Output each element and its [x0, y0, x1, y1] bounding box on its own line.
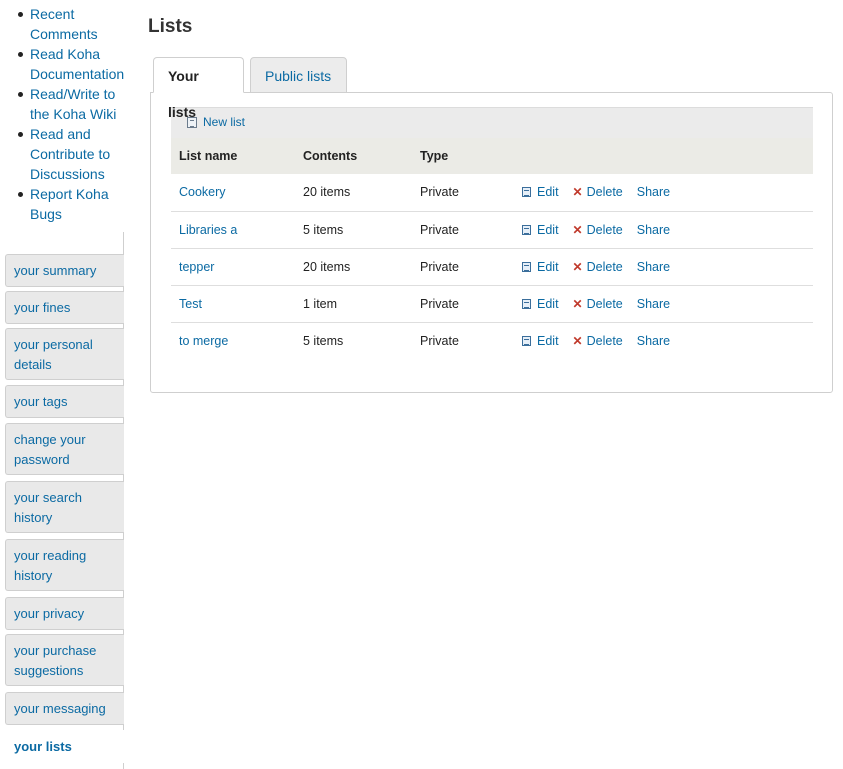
header-type[interactable]: Type [412, 138, 514, 174]
share-button[interactable]: Share [637, 334, 670, 348]
edit-label: Edit [537, 259, 559, 274]
edit-button[interactable]: Edit [522, 334, 559, 348]
help-link-read-docs[interactable]: Read Koha Documentation [18, 44, 130, 84]
new-list-label: New list [203, 115, 246, 129]
table-row: tepper 20 items Private Edit ✕ Delete Sha… [171, 248, 813, 286]
edit-button[interactable]: Edit [522, 260, 559, 274]
delete-icon: ✕ [572, 259, 583, 274]
table-row: to merge 5 items Private Edit ✕ Delete Sh… [171, 322, 813, 359]
list-name-link[interactable]: to merge [179, 334, 228, 348]
help-link-discussions[interactable]: Read and Contribute to Discussions [18, 124, 130, 184]
nav-your-purchase-suggestions[interactable]: your purchase suggestions [5, 634, 124, 686]
delete-icon: ✕ [572, 296, 583, 311]
edit-label: Edit [537, 296, 559, 311]
nav-your-fines[interactable]: your fines [5, 291, 124, 324]
lists-table: List name Contents Type Cookery 20 items… [171, 138, 813, 359]
share-button[interactable]: Share [637, 223, 670, 237]
help-link-koha-wiki[interactable]: Read/Write to the Koha Wiki [18, 84, 130, 124]
delete-label: Delete [586, 185, 623, 200]
lists-toolbar: New list [171, 107, 813, 138]
delete-button[interactable]: ✕ Delete [573, 334, 623, 348]
list-name-link[interactable]: Libraries a [179, 223, 237, 237]
share-button[interactable]: Share [637, 297, 670, 311]
user-menu: your summary your fines your personal de… [0, 232, 126, 769]
list-name-link[interactable]: Test [179, 297, 202, 311]
nav-your-personal-details[interactable]: your personal details [5, 328, 124, 380]
delete-button[interactable]: ✕ Delete [573, 297, 623, 311]
edit-button[interactable]: Edit [522, 223, 559, 237]
list-type: Private [412, 211, 514, 249]
header-actions [514, 138, 813, 174]
table-row: Cookery 20 items Private Edit ✕ Delete Sh… [171, 174, 813, 212]
help-links-list: Recent Comments Read Koha Documentation … [0, 4, 130, 224]
edit-label: Edit [537, 333, 559, 348]
edit-icon [522, 298, 531, 309]
lists-panel: New list List name Contents Type Cookery… [150, 92, 833, 393]
list-contents: 20 items [295, 248, 412, 286]
header-contents[interactable]: Contents [295, 138, 412, 174]
edit-button[interactable]: Edit [522, 297, 559, 311]
tab-your-lists[interactable]: Your lists [153, 57, 244, 120]
delete-label: Delete [586, 296, 623, 311]
page-title: Lists [148, 16, 193, 37]
edit-icon [522, 261, 531, 272]
list-contents: 20 items [295, 174, 412, 212]
nav-your-tags[interactable]: your tags [5, 385, 124, 418]
edit-icon [522, 335, 531, 346]
edit-icon [522, 224, 531, 235]
list-name-link[interactable]: tepper [179, 260, 214, 274]
nav-change-password[interactable]: change your password [5, 423, 124, 475]
nav-your-reading-history[interactable]: your reading history [5, 539, 124, 591]
edit-label: Edit [537, 185, 559, 200]
list-contents: 5 items [303, 333, 344, 348]
table-row: Test 1 item Private Edit ✕ Delete Share [171, 285, 813, 323]
delete-label: Delete [586, 333, 623, 348]
header-list-name[interactable]: List name [171, 138, 295, 174]
delete-icon: ✕ [572, 222, 583, 237]
table-header-row: List name Contents Type [171, 138, 813, 174]
delete-button[interactable]: ✕ Delete [573, 223, 623, 237]
tab-public-lists[interactable]: Public lists [250, 57, 347, 93]
nav-your-privacy[interactable]: your privacy [5, 597, 124, 630]
list-name-link[interactable]: Cookery [179, 185, 226, 199]
edit-icon [522, 187, 531, 198]
list-type: Private [412, 248, 514, 286]
help-link-report-bugs[interactable]: Report Koha Bugs [18, 184, 130, 224]
share-button[interactable]: Share [637, 185, 670, 199]
list-contents: 5 items [295, 211, 412, 249]
table-row: Libraries a 5 items Private Edit ✕ Delete… [171, 211, 813, 249]
nav-your-lists[interactable]: your lists [5, 730, 126, 763]
list-type: Private [412, 285, 514, 323]
delete-icon: ✕ [572, 333, 583, 348]
delete-label: Delete [586, 259, 623, 274]
list-type: Private [412, 174, 514, 212]
share-button[interactable]: Share [637, 260, 670, 274]
nav-your-summary[interactable]: your summary [5, 254, 124, 287]
nav-your-messaging[interactable]: your messaging [5, 692, 124, 725]
help-link-recent-comments[interactable]: Recent Comments [18, 4, 130, 44]
delete-button[interactable]: ✕ Delete [573, 185, 623, 199]
delete-button[interactable]: ✕ Delete [573, 260, 623, 274]
nav-your-search-history[interactable]: your search history [5, 481, 124, 533]
list-contents: 1 item [295, 285, 412, 323]
delete-icon: ✕ [572, 185, 583, 200]
list-type: Private [420, 333, 459, 348]
edit-label: Edit [537, 222, 559, 237]
delete-label: Delete [586, 222, 623, 237]
edit-button[interactable]: Edit [522, 185, 559, 199]
